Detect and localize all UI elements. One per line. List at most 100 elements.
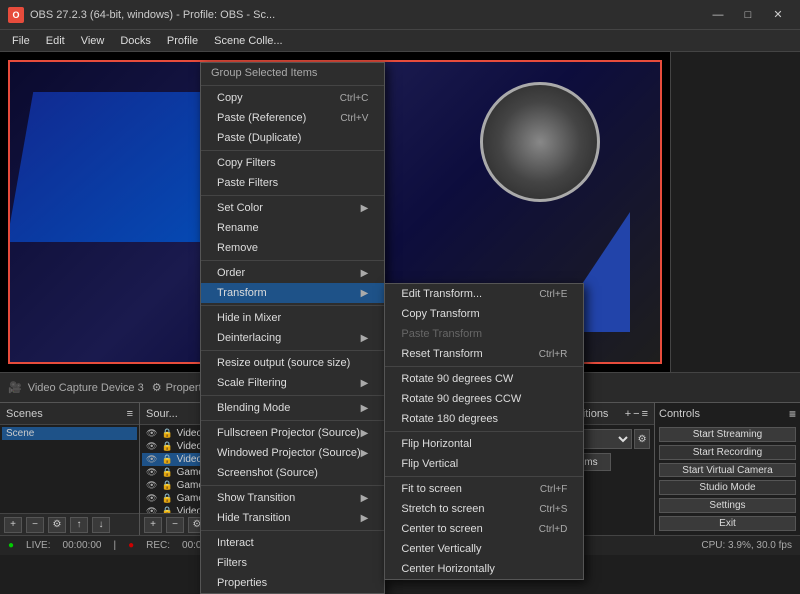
ctx-fit-to-screen[interactable]: Fit to screen Ctrl+F (385, 479, 583, 499)
source-bar-icon: 🎥 (8, 381, 22, 394)
ctx-sep-4 (201, 305, 384, 306)
ctx-rotate-90ccw[interactable]: Rotate 90 degrees CCW (385, 389, 583, 409)
ctx-group-title: Group Selected Items (201, 63, 384, 83)
ctx-flip-horizontal[interactable]: Flip Horizontal (385, 434, 583, 454)
transform-submenu: Edit Transform... Ctrl+E Copy Transform … (384, 283, 584, 580)
ctx-center-to-screen[interactable]: Center to screen Ctrl+D (385, 519, 583, 539)
ctx-paste-filters[interactable]: Paste Filters (201, 173, 384, 193)
ctx-center-horizontally[interactable]: Center Horizontally (385, 559, 583, 579)
ctx-rotate-180[interactable]: Rotate 180 degrees (385, 409, 583, 429)
ctx-paste-ref[interactable]: Paste (Reference) Ctrl+V (201, 108, 384, 128)
controls-title: Controls (659, 408, 700, 420)
rec-label: REC: (146, 540, 170, 551)
add-source-button[interactable]: + (144, 517, 162, 533)
ctx-rename[interactable]: Rename (201, 218, 384, 238)
ctx-rotate-90cw-label: Rotate 90 degrees CW (401, 373, 513, 385)
ctx-copy-transform[interactable]: Copy Transform (385, 304, 583, 324)
scene-up-button[interactable]: ↑ (70, 517, 88, 533)
close-button[interactable]: ✕ (764, 5, 792, 25)
scene-item-0[interactable]: Scene (2, 427, 137, 440)
rec-indicator: ● (128, 540, 134, 551)
ctx-center-vertically[interactable]: Center Vertically (385, 539, 583, 559)
scenes-panel-content: Scene (0, 425, 139, 513)
minimize-button[interactable]: — (704, 5, 732, 25)
scene-settings-button[interactable]: ⚙ (48, 517, 66, 533)
scenes-menu-icon: ≡ (127, 408, 133, 420)
ctx-show-transition[interactable]: Show Transition ▶ (201, 488, 384, 508)
ctx-filters[interactable]: Filters (201, 553, 384, 573)
live-label: LIVE: (26, 540, 50, 551)
ctx-order[interactable]: Order ▶ (201, 263, 384, 283)
ctx-copy-filters[interactable]: Copy Filters (201, 153, 384, 173)
ctx-scale-filtering-label: Scale Filtering (217, 377, 287, 389)
ctx-center-to-screen-label: Center to screen (401, 523, 482, 535)
transition-settings-button[interactable]: ⚙ (634, 429, 650, 449)
transitions-remove-icon[interactable]: − (633, 408, 639, 420)
menu-profile[interactable]: Profile (159, 33, 206, 49)
app-icon: O (8, 7, 24, 23)
start-streaming-button[interactable]: Start Streaming (659, 427, 796, 442)
ctx-copy[interactable]: Copy Ctrl+C (201, 88, 384, 108)
ctx-reset-transform[interactable]: Reset Transform Ctrl+R (385, 344, 583, 364)
ctx-flip-vertical[interactable]: Flip Vertical (385, 454, 583, 474)
start-recording-button[interactable]: Start Recording (659, 445, 796, 460)
transform-sep-1 (385, 366, 583, 367)
menu-edit[interactable]: Edit (38, 33, 73, 49)
ctx-fullscreen-projector[interactable]: Fullscreen Projector (Source) ▶ (201, 423, 384, 443)
eye-icon-4: 👁 (146, 480, 157, 491)
ctx-transform[interactable]: Transform ▶ Edit Transform... Ctrl+E Cop… (201, 283, 384, 303)
eye-icon-2: 👁 (146, 454, 157, 465)
transitions-add-icon[interactable]: + (625, 408, 631, 420)
ctx-interact[interactable]: Interact (201, 533, 384, 553)
menu-scene-collection[interactable]: Scene Colle... (206, 33, 290, 49)
ctx-reset-transform-label: Reset Transform (401, 348, 482, 360)
menu-file[interactable]: File (4, 33, 38, 49)
ctx-copy-shortcut: Ctrl+C (340, 93, 369, 104)
ctx-blending-mode[interactable]: Blending Mode ▶ (201, 398, 384, 418)
ctx-scale-filtering[interactable]: Scale Filtering ▶ (201, 373, 384, 393)
ctx-transform-label: Transform (217, 287, 267, 299)
studio-mode-button[interactable]: Studio Mode (659, 480, 796, 495)
ctx-stretch-to-screen[interactable]: Stretch to screen Ctrl+S (385, 499, 583, 519)
lock-icon-5: 🔒 (161, 493, 172, 504)
lock-icon-1: 🔒 (161, 441, 172, 452)
ctx-flip-horizontal-label: Flip Horizontal (401, 438, 471, 450)
menu-view[interactable]: View (73, 33, 113, 49)
add-scene-button[interactable]: + (4, 517, 22, 533)
lock-icon-2: 🔒 (161, 454, 172, 465)
transitions-menu-icon: ≡ (642, 408, 648, 420)
ctx-rename-label: Rename (217, 222, 259, 234)
remove-source-button[interactable]: − (166, 517, 184, 533)
ctx-hide-transition[interactable]: Hide Transition ▶ (201, 508, 384, 528)
ctx-edit-transform[interactable]: Edit Transform... Ctrl+E (385, 284, 583, 304)
ctx-windowed-projector[interactable]: Windowed Projector (Source) ▶ (201, 443, 384, 463)
controls-menu-icon: ≡ (789, 407, 796, 421)
start-virtual-camera-button[interactable]: Start Virtual Camera (659, 463, 796, 478)
settings-icon: ⚙ (152, 381, 162, 394)
eye-icon-1: 👁 (146, 441, 157, 452)
remove-scene-button[interactable]: − (26, 517, 44, 533)
ctx-screenshot[interactable]: Screenshot (Source) (201, 463, 384, 483)
maximize-button[interactable]: □ (734, 5, 762, 25)
ctx-fullscreen-projector-arrow: ▶ (361, 428, 369, 439)
ctx-hide-in-mixer[interactable]: Hide in Mixer (201, 308, 384, 328)
menu-docks[interactable]: Docks (112, 33, 159, 49)
ctx-remove[interactable]: Remove (201, 238, 384, 258)
scene-down-button[interactable]: ↓ (92, 517, 110, 533)
ctx-set-color[interactable]: Set Color ▶ (201, 198, 384, 218)
lock-icon-4: 🔒 (161, 480, 172, 491)
ctx-properties[interactable]: Properties (201, 573, 384, 593)
ctx-paste-dup[interactable]: Paste (Duplicate) (201, 128, 384, 148)
live-time: 00:00:00 (63, 540, 102, 551)
settings-button[interactable]: Settings (659, 498, 796, 513)
preview-circle (480, 82, 600, 202)
ctx-paste-ref-shortcut: Ctrl+V (340, 113, 368, 124)
ctx-rotate-90cw[interactable]: Rotate 90 degrees CW (385, 369, 583, 389)
ctx-copy-filters-label: Copy Filters (217, 157, 276, 169)
ctx-transform-arrow: ▶ (361, 288, 369, 299)
exit-button[interactable]: Exit (659, 516, 796, 531)
ctx-copy-transform-label: Copy Transform (401, 308, 479, 320)
ctx-copy-label: Copy (217, 92, 243, 104)
ctx-deinterlacing[interactable]: Deinterlacing ▶ (201, 328, 384, 348)
ctx-resize-output[interactable]: Resize output (source size) (201, 353, 384, 373)
